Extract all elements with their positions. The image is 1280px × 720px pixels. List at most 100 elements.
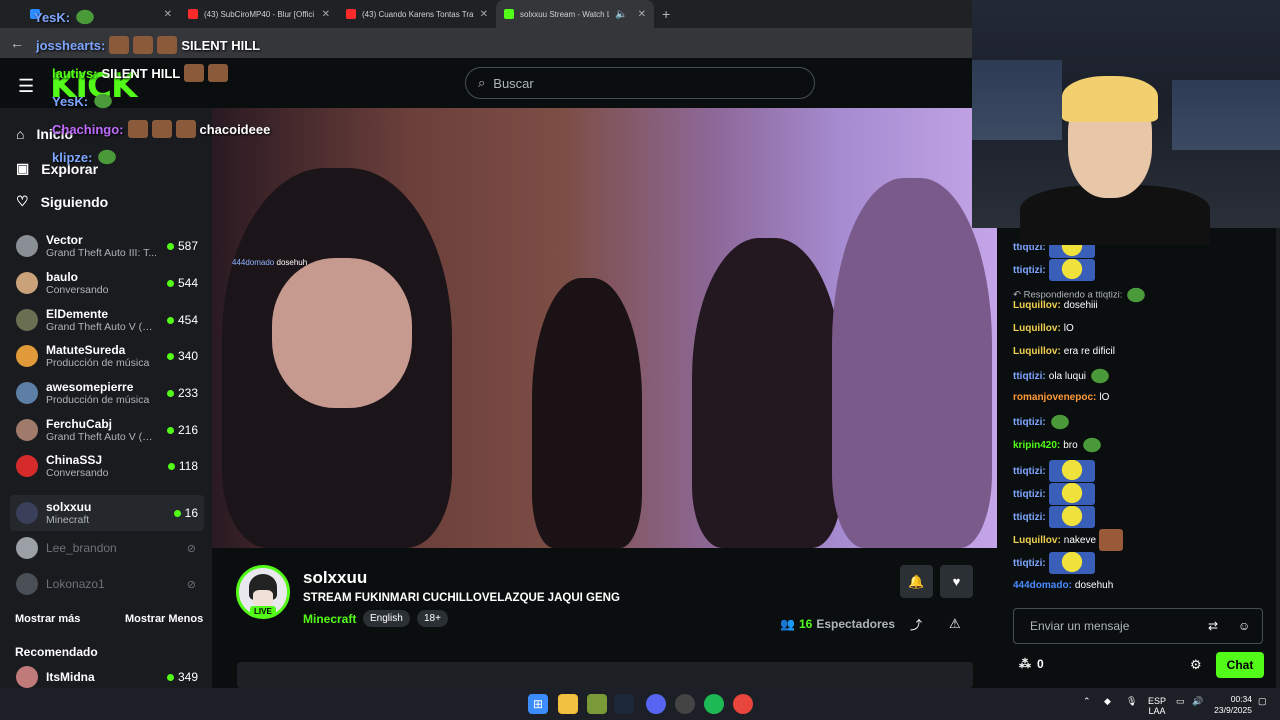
sidebar-channel-vector[interactable]: Vector Grand Theft Auto III: T... 587	[10, 228, 204, 264]
show-less-button[interactable]: Mostrar Menos	[125, 613, 203, 625]
browser-tab-active[interactable]: solxxuu Stream - Watch Liv 🔈 ✕	[496, 0, 654, 28]
close-tab-icon[interactable]: ✕	[638, 9, 646, 20]
chat-username[interactable]: ttiqtizi:	[1013, 512, 1046, 523]
network-icon[interactable]: ▭	[1176, 696, 1185, 706]
chevron-up-icon[interactable]: ⌃	[1083, 696, 1091, 706]
browser-tab[interactable]: (43) Cuando Karens Tontas Trat ✕	[338, 0, 496, 28]
overlay-chat-user: klipze:	[52, 149, 93, 165]
chat-message[interactable]: kripin420: bro	[1013, 436, 1103, 454]
translate-icon[interactable]: ⇄	[1208, 619, 1218, 633]
chat-username[interactable]: Luquillov:	[1013, 300, 1061, 311]
youtube-icon	[346, 9, 356, 19]
start-icon[interactable]: ⊞	[528, 694, 548, 714]
show-more-button[interactable]: Mostrar más	[15, 613, 80, 625]
report-warning-icon[interactable]: ⚠	[949, 616, 961, 632]
browser-tab[interactable]: (43) SubCiroMP40 - Blur [Offici ✕	[180, 0, 338, 28]
chrome-icon[interactable]	[733, 694, 753, 714]
discord-icon[interactable]	[646, 694, 666, 714]
share-icon[interactable]: ⤴	[910, 616, 922, 633]
overlay-chat-user: lautivs:	[52, 65, 98, 81]
sidebar-channel-offline[interactable]: Lee_brandon ⊘	[10, 530, 204, 566]
avatar	[16, 573, 38, 595]
menu-icon[interactable]: ☰	[18, 76, 34, 97]
live-dot	[166, 316, 174, 324]
search-input[interactable]: ⌕ Buscar	[465, 67, 815, 99]
chat-message[interactable]: ttiqtizi:	[1013, 483, 1095, 505]
notification-bell-button[interactable]: 🔔	[900, 565, 933, 598]
language-indicator[interactable]: ESP LAA	[1148, 696, 1166, 716]
sidebar-channel-matutesureda[interactable]: MatuteSureda Producción de música 340	[10, 338, 204, 374]
tag-pill[interactable]: English	[363, 610, 410, 627]
chat-message[interactable]: ttiqtizi:	[1013, 506, 1095, 528]
channel-name[interactable]: solxxuu	[303, 568, 367, 588]
notification-icon[interactable]: ▢	[1258, 696, 1267, 706]
app-icon[interactable]	[675, 694, 695, 714]
viewer-count: 216	[166, 423, 204, 437]
chat-username[interactable]: romanjovenepoc:	[1013, 392, 1096, 403]
speaker-icon[interactable]: 🔈	[615, 9, 627, 20]
clock[interactable]: 00:34 23/9/2025	[1210, 694, 1252, 716]
close-tab-icon[interactable]: ✕	[322, 9, 330, 20]
new-tab-button[interactable]: +	[662, 6, 670, 22]
chat-username[interactable]: ttiqtizi:	[1013, 466, 1046, 477]
sidebar-channel-awesomepierre[interactable]: awesomepierre Producción de música 233	[10, 375, 204, 411]
chat-message[interactable]: Luquillov: lO	[1013, 323, 1074, 334]
chat-message[interactable]: Luquillov: nakeve	[1013, 529, 1124, 551]
sidebar-channel-baulo[interactable]: baulo Conversando 544	[10, 265, 204, 301]
chat-message[interactable]: 444domado: dosehuh	[1013, 580, 1113, 591]
sidebar-channel-recommended[interactable]: ItsMidna 349	[10, 666, 204, 688]
channel-name: awesomepierre	[46, 380, 134, 394]
channel-name: FerchuCabj	[46, 417, 113, 431]
chat-message[interactable]: Luquillov: era re dificil	[1013, 346, 1115, 357]
sidebar-channel-offline[interactable]: Lokonazo1 ⊘	[10, 566, 204, 602]
emoji-icon[interactable]: ☺	[1238, 619, 1250, 633]
chat-send-button[interactable]: Chat	[1216, 652, 1264, 678]
lang-code: ESP	[1148, 696, 1167, 706]
chat-message[interactable]: Luquillov: dosehiii	[1013, 300, 1098, 311]
chat-message[interactable]: romanjovenepoc: lO	[1013, 392, 1109, 403]
chat-username[interactable]: 444domado:	[1013, 580, 1072, 591]
nav-following[interactable]: ♡ Siguiendo	[16, 193, 108, 210]
close-tab-icon[interactable]: ✕	[164, 9, 172, 20]
close-tab-icon[interactable]: ✕	[480, 9, 488, 20]
tray-icon[interactable]: ◆	[1104, 696, 1111, 706]
live-dot	[166, 352, 174, 360]
channel-points[interactable]: ⁂ 0	[1019, 657, 1044, 671]
app-icon[interactable]	[587, 694, 607, 714]
chat-username[interactable]: Luquillov:	[1013, 535, 1061, 546]
sidebar-channel-chinassj[interactable]: ChinaSSJ Conversando 118	[10, 448, 204, 484]
stream-category[interactable]: Minecraft	[303, 612, 356, 626]
channel-category: Producción de música	[46, 394, 150, 406]
chat-message[interactable]: ttiqtizi: ola luqui	[1013, 367, 1112, 385]
back-arrow-icon[interactable]: ←	[10, 35, 24, 51]
live-dot	[166, 426, 174, 434]
chat-input[interactable]: Enviar un mensaje ⇄ ☺	[1013, 608, 1263, 644]
video-player[interactable]: 444domado dosehuh	[212, 108, 997, 548]
pepe-emote	[1125, 286, 1148, 304]
gear-icon[interactable]: ⚙	[1190, 657, 1202, 673]
tag-pill[interactable]: 18+	[417, 610, 448, 627]
folder-icon[interactable]	[558, 694, 578, 714]
volume-icon[interactable]: 🔊	[1192, 696, 1203, 706]
sidebar-channel-eldemente[interactable]: ElDemente Grand Theft Auto V (G... 454	[10, 302, 204, 338]
chat-username[interactable]: ttiqtizi:	[1013, 265, 1046, 276]
chat-username[interactable]: ttiqtizi:	[1013, 417, 1046, 428]
chat-username[interactable]: Luquillov:	[1013, 323, 1061, 334]
sidebar-channel-ferchucabj[interactable]: FerchuCabj Grand Theft Auto V (G... 216	[10, 412, 204, 448]
chat-message[interactable]: ttiqtizi:	[1013, 413, 1071, 431]
spotify-icon[interactable]	[704, 694, 724, 714]
steam-icon[interactable]	[614, 694, 634, 714]
chat-username[interactable]: kripin420:	[1013, 440, 1060, 451]
chat-message[interactable]: ttiqtizi:	[1013, 259, 1095, 281]
channel-category: Minecraft	[46, 514, 90, 526]
chat-username[interactable]: ttiqtizi:	[1013, 558, 1046, 569]
window-backdrop	[1172, 80, 1280, 150]
chat-username[interactable]: Luquillov:	[1013, 346, 1061, 357]
chat-username[interactable]: ttiqtizi:	[1013, 489, 1046, 500]
microphone-icon[interactable]: 🎙	[1126, 696, 1137, 706]
chat-message[interactable]: ttiqtizi:	[1013, 552, 1095, 574]
follow-button[interactable]: ♥	[940, 565, 973, 598]
sidebar-channel-solxxuu[interactable]: solxxuu Minecraft 16	[10, 495, 204, 531]
chat-message[interactable]: ttiqtizi:	[1013, 460, 1095, 482]
chat-username[interactable]: ttiqtizi:	[1013, 371, 1046, 382]
